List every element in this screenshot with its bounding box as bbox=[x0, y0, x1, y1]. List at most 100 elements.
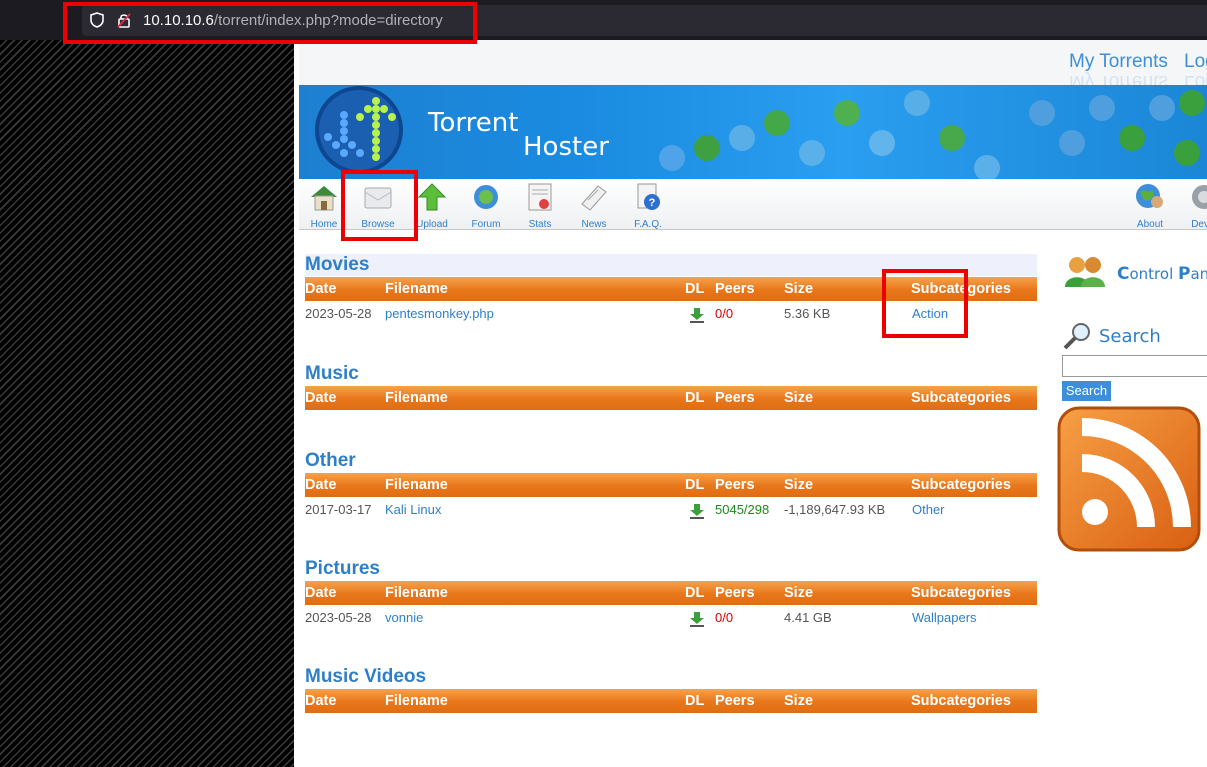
faq-icon: ? bbox=[637, 183, 660, 210]
col-size[interactable]: Size bbox=[784, 390, 813, 406]
home-icon bbox=[311, 186, 337, 211]
col-subcategories: Subcategories bbox=[911, 693, 1011, 709]
nav-forum[interactable]: Forum bbox=[461, 182, 511, 230]
nav-stats[interactable]: Stats bbox=[515, 182, 565, 230]
nav-label: News bbox=[581, 219, 607, 230]
cp-initial-c: C bbox=[1117, 264, 1130, 284]
category-title-music-videos[interactable]: Music Videos bbox=[305, 666, 426, 688]
banner-dot bbox=[764, 110, 790, 136]
download-icon[interactable] bbox=[689, 307, 705, 323]
col-peers[interactable]: Peers bbox=[715, 477, 755, 493]
col-peers[interactable]: Peers bbox=[715, 693, 755, 709]
col-filename[interactable]: Filename bbox=[385, 390, 448, 406]
search-input[interactable] bbox=[1062, 355, 1207, 377]
table-row: 2023-05-28 vonnie 0/0 4.41 GB Wallpapers bbox=[305, 606, 1037, 630]
banner-dot bbox=[904, 90, 930, 116]
svg-text:?: ? bbox=[649, 197, 656, 209]
stats-icon bbox=[528, 183, 552, 211]
browse-highlight-box bbox=[341, 170, 418, 241]
row-peers: 0/0 bbox=[715, 610, 734, 625]
col-date[interactable]: Date bbox=[305, 390, 336, 406]
col-date[interactable]: Date bbox=[305, 585, 336, 601]
nav-developer[interactable]: Devel bbox=[1179, 182, 1207, 230]
url-path: /torrent/index.php?mode=directory bbox=[213, 12, 443, 29]
search-button[interactable]: Search bbox=[1062, 381, 1111, 401]
table-header: Date Filename DL Peers Size Subcategorie… bbox=[305, 689, 1037, 713]
insecure-lock-icon[interactable] bbox=[117, 12, 131, 28]
banner-dot bbox=[799, 140, 825, 166]
banner-dot bbox=[694, 135, 720, 161]
col-peers[interactable]: Peers bbox=[715, 281, 755, 297]
col-size[interactable]: Size bbox=[784, 281, 813, 297]
banner-title-hoster: Hoster bbox=[523, 132, 609, 162]
row-peers: 0/0 bbox=[715, 306, 734, 321]
category-title-other[interactable]: Other bbox=[305, 450, 356, 472]
col-size[interactable]: Size bbox=[784, 693, 813, 709]
nav-label: About bbox=[1136, 219, 1164, 230]
banner-dot bbox=[869, 130, 895, 156]
category-title-pictures[interactable]: Pictures bbox=[305, 558, 380, 580]
download-icon[interactable] bbox=[689, 503, 705, 519]
col-filename[interactable]: Filename bbox=[385, 693, 448, 709]
col-filename[interactable]: Filename bbox=[385, 477, 448, 493]
col-dl: DL bbox=[685, 477, 705, 493]
banner-dot bbox=[1089, 95, 1115, 121]
col-peers[interactable]: Peers bbox=[715, 390, 755, 406]
control-panel-link[interactable]: Control Panel bbox=[1117, 264, 1207, 284]
row-filename[interactable]: Kali Linux bbox=[385, 502, 441, 517]
cp-rest-2: anel bbox=[1190, 265, 1207, 283]
news-icon bbox=[581, 185, 607, 211]
banner-dot bbox=[659, 145, 685, 171]
col-date[interactable]: Date bbox=[305, 693, 336, 709]
download-icon[interactable] bbox=[689, 611, 705, 627]
col-subcategories: Subcategories bbox=[911, 585, 1011, 601]
table-header: Date Filename DL Peers Size Subcategorie… bbox=[305, 386, 1037, 410]
main-nav: Home Browse Upload Forum Stats News ? F.… bbox=[299, 179, 1207, 230]
banner-dot bbox=[1059, 130, 1085, 156]
url-text[interactable]: 10.10.10.6/torrent/index.php?mode=direct… bbox=[143, 12, 443, 29]
banner-title-torrent: Torrent bbox=[428, 108, 519, 138]
banner-dot bbox=[939, 125, 965, 151]
cp-initial-p: P bbox=[1178, 264, 1191, 284]
banner-dot bbox=[834, 100, 860, 126]
col-size[interactable]: Size bbox=[784, 477, 813, 493]
row-subcategory[interactable]: Wallpapers bbox=[912, 610, 977, 625]
rss-feed-icon[interactable] bbox=[1057, 406, 1201, 552]
about-icon bbox=[1136, 184, 1163, 208]
nav-news[interactable]: News bbox=[569, 182, 619, 230]
col-subcategories: Subcategories bbox=[911, 477, 1011, 493]
top-bar: My Torrents Log My Torrents Log bbox=[299, 40, 1207, 92]
col-dl: DL bbox=[685, 281, 705, 297]
shield-icon[interactable] bbox=[90, 12, 104, 28]
banner-dot bbox=[1029, 100, 1055, 126]
row-size: -1,189,647.93 KB bbox=[784, 502, 886, 517]
col-filename[interactable]: Filename bbox=[385, 585, 448, 601]
row-date: 2023-05-28 bbox=[305, 306, 372, 321]
forum-icon bbox=[474, 185, 498, 209]
col-subcategories: Subcategories bbox=[911, 390, 1011, 406]
table-header: Date Filename DL Peers Size Subcategorie… bbox=[305, 473, 1037, 497]
col-filename[interactable]: Filename bbox=[385, 281, 448, 297]
subcategory-highlight-box bbox=[882, 269, 968, 338]
col-dl: DL bbox=[685, 390, 705, 406]
nav-about[interactable]: About bbox=[1125, 182, 1175, 230]
row-filename[interactable]: pentesmonkey.php bbox=[385, 306, 494, 321]
category-title-music[interactable]: Music bbox=[305, 363, 359, 385]
col-date[interactable]: Date bbox=[305, 477, 336, 493]
col-peers[interactable]: Peers bbox=[715, 585, 755, 601]
upload-icon bbox=[417, 183, 447, 211]
row-date: 2017-03-17 bbox=[305, 502, 372, 517]
table-row: 2017-03-17 Kali Linux 5045/298 -1,189,64… bbox=[305, 498, 1037, 522]
nav-faq[interactable]: ? F.A.Q. bbox=[623, 182, 673, 230]
banner-dot bbox=[1174, 140, 1200, 166]
row-filename[interactable]: vonnie bbox=[385, 610, 423, 625]
search-label: Search bbox=[1099, 326, 1161, 347]
col-date[interactable]: Date bbox=[305, 281, 336, 297]
table-header: Date Filename DL Peers Size Subcategorie… bbox=[305, 581, 1037, 605]
banner-dot bbox=[729, 125, 755, 151]
col-size[interactable]: Size bbox=[784, 585, 813, 601]
col-dl: DL bbox=[685, 693, 705, 709]
row-subcategory[interactable]: Other bbox=[912, 502, 945, 517]
page: My Torrents Log My Torrents Log Torrent … bbox=[294, 40, 1207, 767]
nav-label: Stats bbox=[528, 219, 552, 230]
